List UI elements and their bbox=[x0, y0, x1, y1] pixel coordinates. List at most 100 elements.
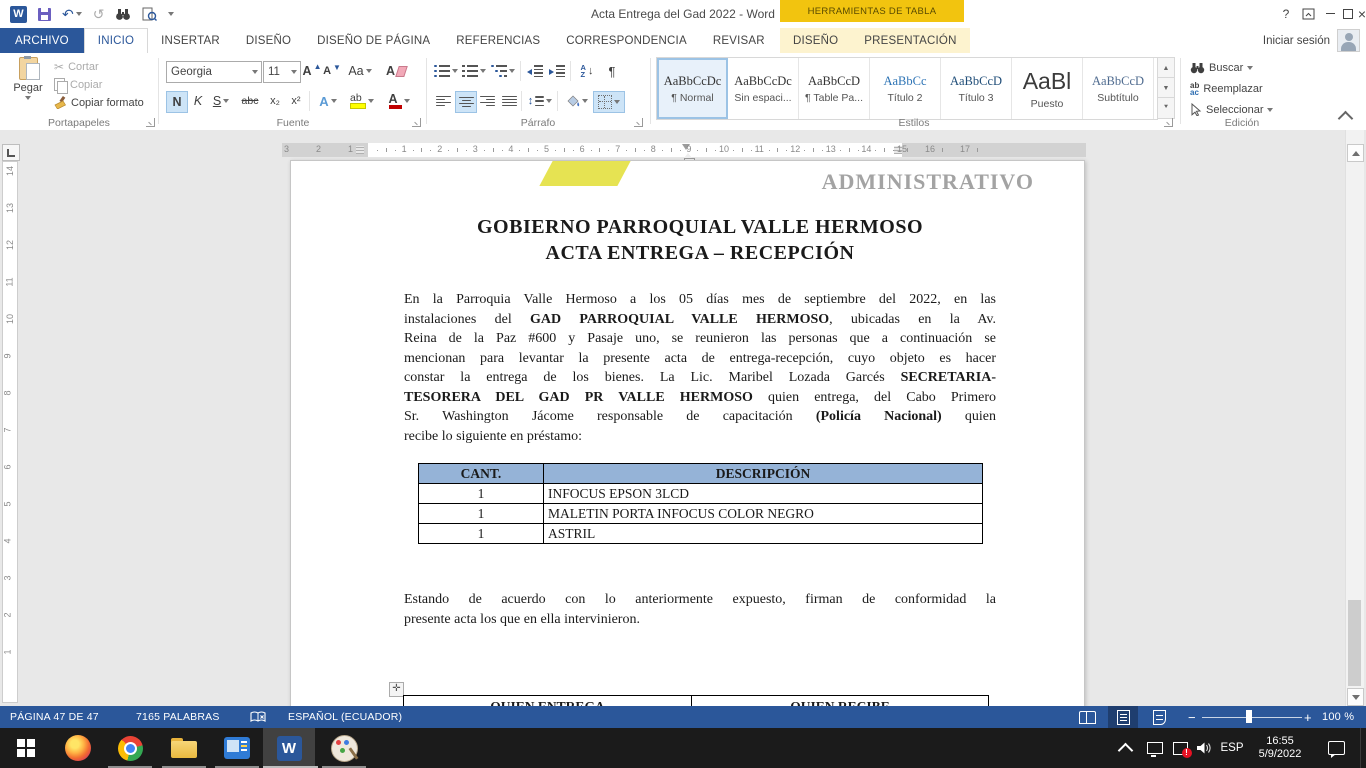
styles-scroll-up-icon[interactable]: ▲ bbox=[1157, 57, 1175, 79]
numbering-button[interactable] bbox=[461, 61, 487, 81]
style-item[interactable]: AaBbCcDcSin espaci... bbox=[728, 58, 799, 119]
style-item[interactable]: AaBbCcTítulo 2 bbox=[870, 58, 941, 119]
tab-dise-o-de-p-gina[interactable]: DISEÑO DE PÁGINA bbox=[304, 28, 443, 53]
zoom-slider-track[interactable] bbox=[1202, 717, 1302, 719]
volume-icon[interactable] bbox=[1192, 728, 1216, 768]
font-family-caret-icon[interactable] bbox=[252, 70, 258, 74]
shading-button[interactable] bbox=[562, 91, 590, 111]
keyboard-language[interactable]: ESP bbox=[1216, 728, 1248, 768]
page-indicator[interactable]: PÁGINA 47 DE 47 bbox=[10, 706, 99, 728]
clipboard-dialog-launcher-icon[interactable] bbox=[146, 118, 155, 127]
font-color-button[interactable]: A bbox=[385, 91, 413, 111]
tray-chevron-icon[interactable] bbox=[1113, 728, 1137, 768]
sign-in-label[interactable]: Iniciar sesión bbox=[1263, 35, 1330, 47]
font-size-combo[interactable]: 11 bbox=[263, 61, 301, 83]
align-right-button[interactable] bbox=[477, 91, 497, 111]
multilevel-list-button[interactable] bbox=[489, 61, 517, 81]
font-family-value[interactable]: Georgia bbox=[167, 66, 252, 78]
left-margin-marker-icon[interactable] bbox=[356, 146, 364, 154]
justify-button[interactable] bbox=[499, 91, 519, 111]
taskbar-explorer[interactable] bbox=[158, 728, 210, 768]
style-item[interactable]: AaBlPuesto bbox=[1012, 58, 1083, 119]
taskbar-chrome[interactable] bbox=[104, 728, 156, 768]
web-layout-button[interactable] bbox=[1144, 706, 1174, 728]
print-layout-button[interactable] bbox=[1108, 706, 1138, 728]
tab-inicio[interactable]: INICIO bbox=[84, 28, 148, 53]
clock[interactable]: 16:555/9/2022 bbox=[1248, 728, 1312, 768]
highlight-button[interactable]: ab bbox=[347, 91, 377, 111]
tab-archivo[interactable]: ARCHIVO bbox=[0, 28, 84, 53]
tab-correspondencia[interactable]: CORRESPONDENCIA bbox=[553, 28, 700, 53]
scroll-down-icon[interactable] bbox=[1347, 688, 1364, 706]
proofing-status-icon[interactable] bbox=[250, 706, 267, 728]
increase-indent-button[interactable] bbox=[547, 61, 567, 81]
font-dialog-launcher-icon[interactable] bbox=[412, 118, 421, 127]
tab-presentaci-n[interactable]: PRESENTACIÓN bbox=[851, 28, 969, 53]
zoom-out-button[interactable]: − bbox=[1188, 706, 1196, 728]
tab-insertar[interactable]: INSERTAR bbox=[148, 28, 233, 53]
minimize-button[interactable] bbox=[1322, 6, 1338, 21]
collapse-ribbon-button[interactable] bbox=[1340, 113, 1351, 124]
font-size-caret-icon[interactable] bbox=[291, 70, 297, 74]
find-button[interactable]: Buscar bbox=[1190, 59, 1253, 76]
styles-dialog-launcher-icon[interactable] bbox=[1164, 118, 1173, 127]
bullets-button[interactable] bbox=[433, 61, 459, 81]
start-button[interactable] bbox=[0, 728, 52, 768]
font-family-combo[interactable]: Georgia bbox=[166, 61, 262, 83]
text-effects-button[interactable]: A bbox=[315, 91, 341, 111]
align-center-button[interactable] bbox=[455, 91, 477, 113]
vertical-scrollbar[interactable] bbox=[1345, 130, 1364, 706]
zoom-in-button[interactable]: + bbox=[1304, 706, 1312, 728]
style-item[interactable]: AaBbCcDSubtítulo bbox=[1083, 58, 1154, 119]
clear-formatting-button[interactable]: A bbox=[385, 61, 407, 81]
scrollbar-thumb[interactable] bbox=[1348, 600, 1361, 686]
help-button[interactable]: ? bbox=[1278, 6, 1294, 21]
security-alert-icon[interactable]: ! bbox=[1166, 728, 1194, 768]
font-size-value[interactable]: 11 bbox=[264, 66, 291, 78]
superscript-button[interactable]: x² bbox=[286, 91, 306, 111]
tab-selector[interactable] bbox=[2, 144, 20, 161]
table-move-handle-icon[interactable]: ✛ bbox=[389, 682, 404, 697]
style-item[interactable]: AaBbCcD¶ Table Pa... bbox=[799, 58, 870, 119]
network-icon[interactable] bbox=[1142, 728, 1168, 768]
align-left-button[interactable] bbox=[433, 91, 453, 111]
style-item[interactable]: AaBbCcDTítulo 3 bbox=[941, 58, 1012, 119]
sign-in[interactable]: Iniciar sesión bbox=[1263, 29, 1360, 52]
replace-button[interactable]: abac Reemplazar bbox=[1190, 80, 1263, 97]
underline-button[interactable]: S bbox=[208, 91, 234, 111]
word-count[interactable]: 7165 PALABRAS bbox=[136, 706, 220, 728]
styles-more-icon[interactable]: ⯆ bbox=[1157, 97, 1175, 119]
borders-button[interactable] bbox=[593, 91, 625, 113]
paste-caret-icon[interactable] bbox=[25, 96, 31, 100]
taskbar-paint[interactable] bbox=[318, 728, 370, 768]
grow-font-button[interactable]: A▲ bbox=[303, 61, 321, 81]
tab-dise-o[interactable]: DISEÑO bbox=[780, 28, 851, 53]
show-desktop-button[interactable] bbox=[1360, 728, 1366, 768]
scroll-up-icon[interactable] bbox=[1347, 144, 1364, 162]
paragraph-dialog-launcher-icon[interactable] bbox=[634, 118, 643, 127]
show-marks-button[interactable]: ¶ bbox=[602, 61, 622, 81]
vertical-ruler[interactable]: 1413121110987654321 bbox=[2, 161, 18, 703]
document-page[interactable]: ADMINISTRATIVO GOBIERNO PARROQUIAL VALLE… bbox=[290, 160, 1085, 708]
format-painter-button[interactable]: Copiar formato bbox=[54, 96, 144, 109]
paste-button[interactable]: Pegar bbox=[5, 57, 51, 117]
taskbar-word[interactable]: W bbox=[263, 728, 315, 768]
taskbar-management-app[interactable] bbox=[211, 728, 263, 768]
read-mode-button[interactable] bbox=[1072, 706, 1102, 728]
tab-referencias[interactable]: REFERENCIAS bbox=[443, 28, 553, 53]
zoom-slider-thumb[interactable] bbox=[1246, 710, 1252, 723]
sort-button[interactable]: AZ ↓ bbox=[575, 61, 599, 81]
taskbar-firefox[interactable] bbox=[52, 728, 104, 768]
close-button[interactable]: × bbox=[1354, 6, 1366, 21]
action-center-icon[interactable] bbox=[1322, 728, 1350, 768]
change-case-button[interactable]: Aa bbox=[347, 61, 373, 81]
select-button[interactable]: Seleccionar bbox=[1190, 101, 1273, 118]
bold-button[interactable]: N bbox=[166, 91, 188, 113]
ribbon-display-options-button[interactable] bbox=[1300, 6, 1316, 21]
tab-revisar[interactable]: REVISAR bbox=[700, 28, 778, 53]
italic-button[interactable]: K bbox=[189, 91, 207, 111]
language-indicator[interactable]: ESPAÑOL (ECUADOR) bbox=[288, 706, 402, 728]
decrease-indent-button[interactable] bbox=[525, 61, 545, 81]
styles-scroll-down-icon[interactable]: ▼ bbox=[1157, 77, 1175, 99]
avatar[interactable] bbox=[1337, 29, 1360, 52]
